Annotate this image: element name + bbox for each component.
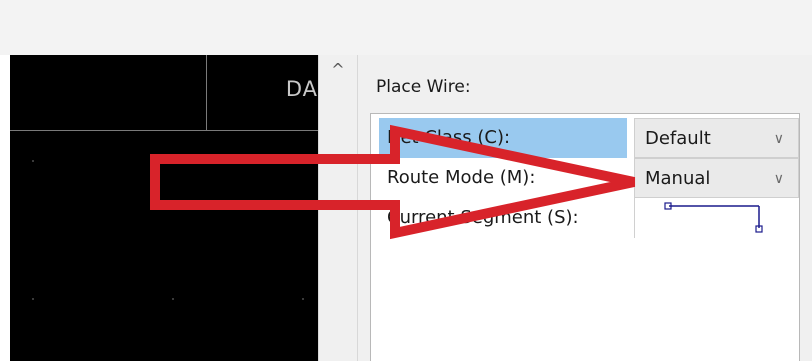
property-grid: Net Class (C): Default ∨ Route Mode (M):… [370,113,800,361]
properties-panel: Place Wire: Net Class (C): Default ∨ Rou… [358,55,812,361]
schematic-canvas[interactable]: DA [10,55,318,361]
dropdown-value: Manual [645,168,711,189]
grid-dot [32,160,34,162]
property-label: Net Class (C): [379,118,627,158]
sheet-border-horizontal [10,130,318,131]
property-label: Route Mode (M): [387,167,536,188]
property-label: Current Segment (S): [387,207,579,228]
property-row-current-segment[interactable]: Current Segment (S): [371,198,799,238]
segment-preview[interactable] [634,198,799,238]
property-row-net-class[interactable]: Net Class (C): Default ∨ [371,118,799,158]
net-class-dropdown[interactable]: Default ∨ [634,118,799,158]
window-title-bar [0,0,812,55]
panel-title: Place Wire: [376,77,471,97]
sheet-border-vertical [206,55,207,130]
grid-dot [302,298,304,300]
dropdown-value: Default [645,128,711,149]
grid-dot [32,298,34,300]
chevron-down-icon[interactable]: ∨ [774,119,784,159]
scroll-up-icon[interactable]: ^ [319,59,357,81]
segment-preview-icon [664,202,763,233]
property-row-route-mode[interactable]: Route Mode (M): Manual ∨ [371,158,799,198]
sheet-title-label: DA [285,77,318,101]
route-mode-dropdown[interactable]: Manual ∨ [634,158,799,198]
chevron-down-icon[interactable]: ∨ [774,159,784,199]
grid-dot [172,298,174,300]
vertical-scrollbar[interactable]: ^ [318,55,358,361]
